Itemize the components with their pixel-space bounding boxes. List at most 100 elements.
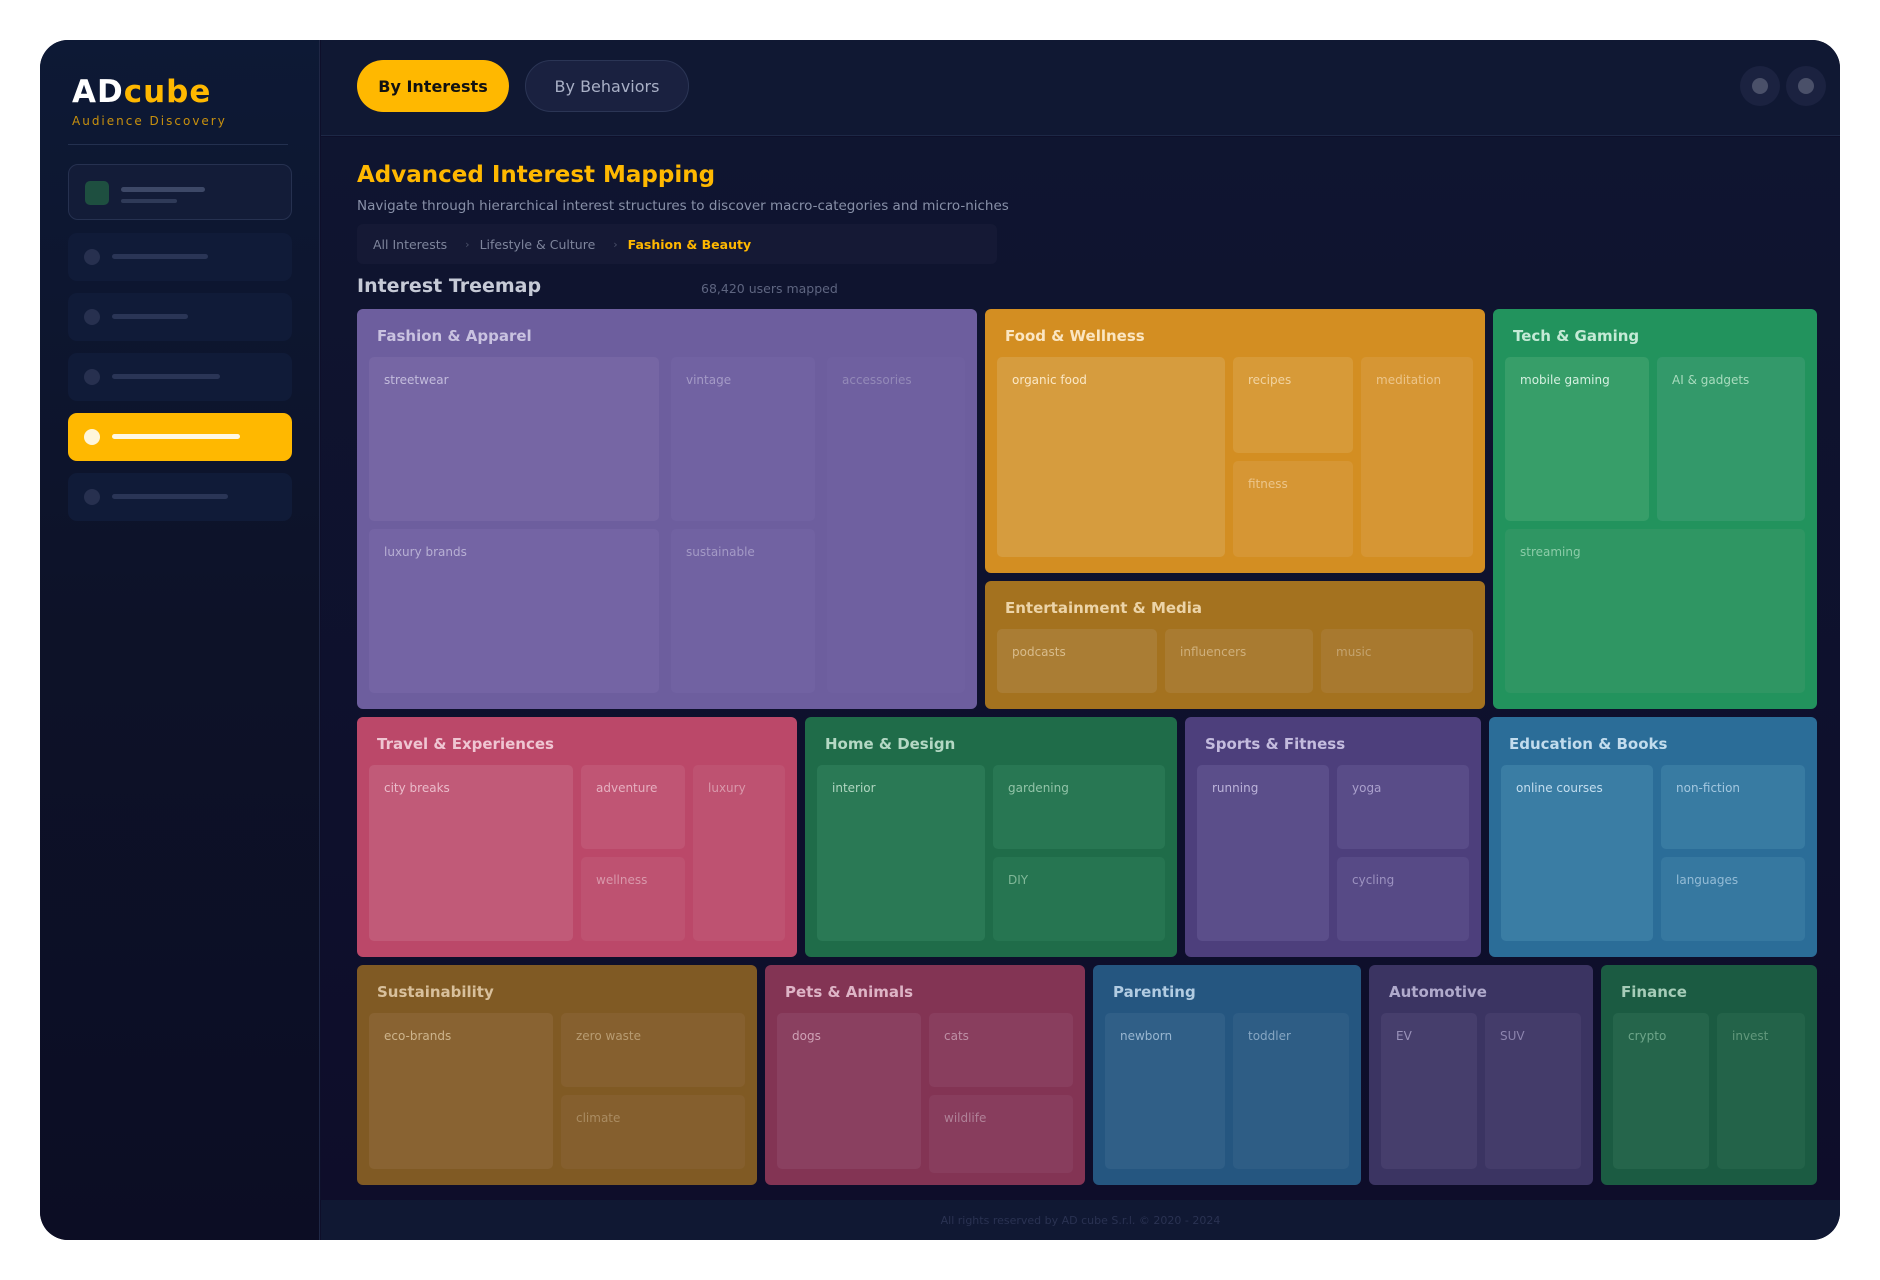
subcategory-tile[interactable]: SUV — [1485, 1013, 1581, 1169]
sidebar-item-3[interactable] — [68, 353, 292, 401]
breadcrumb-separator: › — [613, 237, 618, 251]
subcategory-label: AI & gadgets — [1672, 373, 1750, 387]
category-title: Fashion & Apparel — [377, 327, 532, 345]
subcategory-label: DIY — [1008, 873, 1029, 887]
subcategory-tile[interactable]: meditation — [1361, 357, 1473, 557]
category-entertainment-media[interactable]: Entertainment & Media podcasts influence… — [985, 581, 1485, 709]
subcategory-label: cats — [944, 1029, 969, 1043]
subcategory-label: zero waste — [576, 1029, 642, 1043]
category-automotive[interactable]: Automotive EV SUV — [1369, 965, 1593, 1185]
subcategory-tile[interactable]: cats — [929, 1013, 1073, 1087]
subcategory-label: sustainable — [686, 545, 755, 559]
category-pets-animals[interactable]: Pets & Animals dogs cats wildlife — [765, 965, 1085, 1185]
subcategory-tile[interactable]: city breaks — [369, 765, 573, 941]
category-title: Automotive — [1389, 983, 1487, 1001]
logo[interactable]: ADcube — [72, 74, 211, 110]
subcategory-tile[interactable]: wildlife — [929, 1095, 1073, 1173]
subcategory-tile[interactable]: streetwear — [369, 357, 659, 521]
subcategory-tile[interactable]: organic food — [997, 357, 1225, 557]
subcategory-tile[interactable]: yoga — [1337, 765, 1469, 849]
nav-dot-icon — [84, 429, 100, 445]
subcategory-tile[interactable]: podcasts — [997, 629, 1157, 693]
sidebar-item-1[interactable] — [68, 233, 292, 281]
tab-by-behaviors[interactable]: By Behaviors — [525, 60, 689, 112]
category-tech-gaming[interactable]: Tech & Gaming mobile gaming AI & gadgets… — [1493, 309, 1817, 709]
subcategory-label: invest — [1732, 1029, 1769, 1043]
category-title: Tech & Gaming — [1513, 327, 1640, 345]
subcategory-tile[interactable]: sustainable — [671, 529, 815, 693]
subcategory-tile[interactable]: fitness — [1233, 461, 1353, 557]
user-card[interactable] — [68, 164, 292, 220]
breadcrumb-all-interests[interactable]: All Interests — [373, 237, 447, 252]
category-finance[interactable]: Finance crypto invest — [1601, 965, 1817, 1185]
subcategory-label: organic food — [1012, 373, 1087, 387]
category-title: Sustainability — [377, 983, 494, 1001]
category-title: Food & Wellness — [1005, 327, 1145, 345]
subcategory-tile[interactable]: toddler — [1233, 1013, 1349, 1169]
subcategory-tile[interactable]: online courses — [1501, 765, 1653, 941]
subcategory-label: online courses — [1516, 781, 1603, 795]
category-sports-fitness[interactable]: Sports & Fitness running yoga cycling — [1185, 717, 1481, 957]
category-parenting[interactable]: Parenting newborn toddler — [1093, 965, 1361, 1185]
breadcrumb-lifestyle[interactable]: Lifestyle & Culture — [480, 237, 596, 252]
subcategory-tile[interactable]: influencers — [1165, 629, 1313, 693]
page-subtitle: Navigate through hierarchical interest s… — [357, 198, 1009, 214]
category-sustainability[interactable]: Sustainability eco-brands zero waste cli… — [357, 965, 757, 1185]
subcategory-label: adventure — [596, 781, 658, 795]
sidebar-item-5[interactable] — [68, 473, 292, 521]
sidebar-item-4-active[interactable] — [68, 413, 292, 461]
category-home-design[interactable]: Home & Design interior gardening DIY — [805, 717, 1177, 957]
subcategory-tile[interactable]: gardening — [993, 765, 1165, 849]
notification-icon[interactable] — [1740, 66, 1780, 106]
sidebar-item-2[interactable] — [68, 293, 292, 341]
subcategory-tile[interactable]: mobile gaming — [1505, 357, 1649, 521]
treemap-count: 68,420 users mapped — [701, 281, 838, 296]
subcategory-tile[interactable]: eco-brands — [369, 1013, 553, 1169]
subcategory-tile[interactable]: languages — [1661, 857, 1805, 941]
main-content: Advanced Interest Mapping Navigate throu… — [321, 137, 1840, 1200]
subcategory-tile[interactable]: luxury — [693, 765, 785, 941]
category-travel-experiences[interactable]: Travel & Experiences city breaks adventu… — [357, 717, 797, 957]
treemap-title: Interest Treemap — [357, 275, 542, 297]
subcategory-label: cycling — [1352, 873, 1395, 887]
subcategory-tile[interactable]: adventure — [581, 765, 685, 849]
subcategory-tile[interactable]: accessories — [827, 357, 965, 693]
subcategory-tile[interactable]: dogs — [777, 1013, 921, 1169]
subcategory-tile[interactable]: vintage — [671, 357, 815, 521]
page-title: Advanced Interest Mapping — [357, 162, 716, 188]
subcategory-tile[interactable]: non-fiction — [1661, 765, 1805, 849]
subcategory-tile[interactable]: cycling — [1337, 857, 1469, 941]
category-title: Entertainment & Media — [1005, 599, 1203, 617]
subcategory-tile[interactable]: crypto — [1613, 1013, 1709, 1169]
category-fashion-apparel[interactable]: Fashion & Apparel streetwear vintage acc… — [357, 309, 977, 709]
subcategory-tile[interactable]: wellness — [581, 857, 685, 941]
nav-label-placeholder — [112, 254, 208, 259]
subcategory-label: streaming — [1520, 545, 1581, 559]
subcategory-label: wellness — [596, 873, 648, 887]
subcategory-tile[interactable]: recipes — [1233, 357, 1353, 453]
subcategory-tile[interactable]: DIY — [993, 857, 1165, 941]
subcategory-label: non-fiction — [1676, 781, 1741, 795]
subcategory-label: eco-brands — [384, 1029, 452, 1043]
subcategory-tile[interactable]: newborn — [1105, 1013, 1225, 1169]
profile-icon[interactable] — [1786, 66, 1826, 106]
subcategory-label: newborn — [1120, 1029, 1173, 1043]
subcategory-tile[interactable]: luxury brands — [369, 529, 659, 693]
subcategory-tile[interactable]: interior — [817, 765, 985, 941]
category-title: Finance — [1621, 983, 1687, 1001]
subcategory-tile[interactable]: EV — [1381, 1013, 1477, 1169]
subcategory-tile[interactable]: running — [1197, 765, 1329, 941]
subcategory-tile[interactable]: streaming — [1505, 529, 1805, 693]
subcategory-tile[interactable]: music — [1321, 629, 1473, 693]
avatar — [85, 181, 109, 205]
category-food-wellness[interactable]: Food & Wellness organic food recipes med… — [985, 309, 1485, 573]
subcategory-tile[interactable]: zero waste — [561, 1013, 745, 1087]
subcategory-tile[interactable]: AI & gadgets — [1657, 357, 1805, 521]
subcategory-label: streetwear — [384, 373, 449, 387]
subcategory-label: recipes — [1248, 373, 1292, 387]
subcategory-tile[interactable]: climate — [561, 1095, 745, 1169]
nav-label-placeholder — [112, 434, 240, 439]
tab-by-interests[interactable]: By Interests — [357, 60, 509, 112]
category-education-books[interactable]: Education & Books online courses non-fic… — [1489, 717, 1817, 957]
subcategory-tile[interactable]: invest — [1717, 1013, 1805, 1169]
